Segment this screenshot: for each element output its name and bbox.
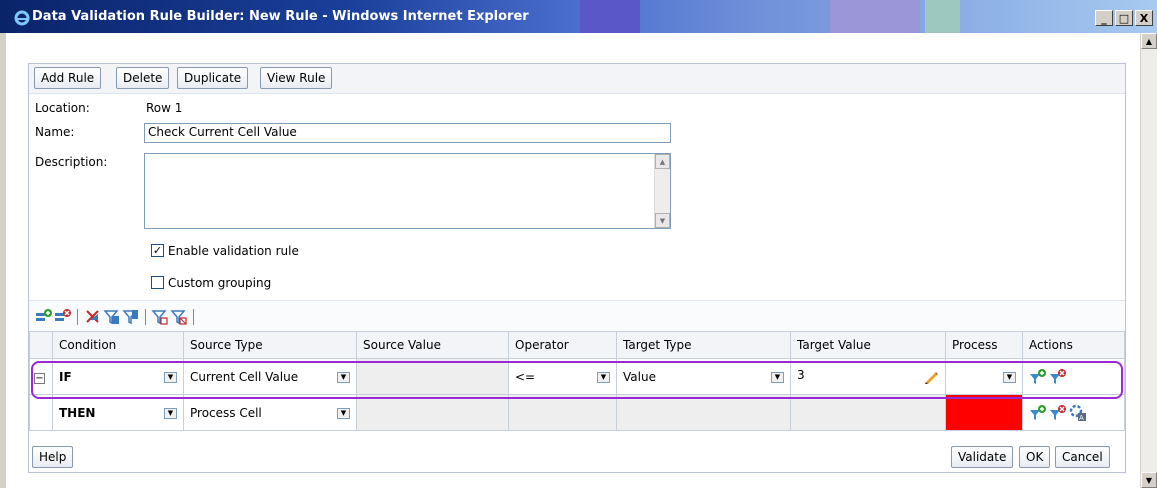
name-field[interactable]: Check Current Cell Value xyxy=(144,123,671,143)
ie-icon xyxy=(14,10,30,26)
copy-icon[interactable] xyxy=(103,308,121,326)
chevron-down-icon[interactable]: ▼ xyxy=(1003,372,1016,383)
column-header-target-value[interactable]: Target Value xyxy=(790,331,946,359)
column-header-condition[interactable]: Condition xyxy=(52,331,184,359)
cut-icon[interactable] xyxy=(84,308,102,326)
add-rule-button[interactable]: Add Rule xyxy=(34,67,102,89)
actions-cell: A xyxy=(1022,394,1125,431)
target-type-select[interactable]: Value ▼ xyxy=(616,358,791,395)
process-color-cell[interactable] xyxy=(945,394,1023,431)
condition-select[interactable]: THEN ▼ xyxy=(52,394,184,431)
row-expander-cell[interactable]: − xyxy=(29,358,53,395)
condition-grid: Condition Source Type Source Value Opera… xyxy=(29,331,1125,431)
custom-grouping-label: Custom grouping xyxy=(168,276,272,290)
operator-cell xyxy=(508,394,617,431)
paste-icon[interactable] xyxy=(122,308,140,326)
window-titlebar: Data Validation Rule Builder: New Rule -… xyxy=(0,0,1157,33)
description-scrollbar[interactable]: ▲ ▼ xyxy=(654,154,670,228)
description-field[interactable]: ▲ ▼ xyxy=(144,153,671,229)
source-type-value: Current Cell Value xyxy=(190,369,299,384)
target-value-cell[interactable]: 3 xyxy=(790,358,946,395)
column-header-actions: Actions xyxy=(1022,331,1125,359)
close-button[interactable]: X xyxy=(1135,10,1153,26)
enable-validation-checkbox[interactable]: ✓ xyxy=(151,244,164,257)
target-type-cell xyxy=(616,394,791,431)
validate-button[interactable]: Validate xyxy=(951,446,1014,468)
source-value-cell xyxy=(356,394,509,431)
source-type-value: Process Cell xyxy=(190,405,262,420)
source-type-select[interactable]: Current Cell Value ▼ xyxy=(183,358,357,395)
minimize-button[interactable]: _ xyxy=(1095,10,1113,26)
ok-button[interactable]: OK xyxy=(1019,446,1051,468)
actions-cell xyxy=(1022,358,1125,395)
chevron-down-icon[interactable]: ▼ xyxy=(597,371,610,383)
add-range-icon[interactable] xyxy=(151,308,169,326)
target-type-value: Value xyxy=(623,369,656,384)
table-row: − IF ▼ Current Cell Value ▼ <= ▼ Value ▼… xyxy=(29,358,1125,395)
delete-button[interactable]: Delete xyxy=(116,67,170,89)
location-label: Location: xyxy=(35,101,90,115)
duplicate-button[interactable]: Duplicate xyxy=(177,67,249,89)
collapse-icon[interactable]: − xyxy=(34,372,45,384)
window-frame-left xyxy=(0,33,6,488)
column-header-process[interactable]: Process xyxy=(945,331,1023,359)
scroll-up-arrow-icon[interactable]: ▲ xyxy=(1141,33,1157,49)
name-label: Name: xyxy=(35,125,75,139)
help-button[interactable]: Help xyxy=(32,446,74,468)
column-header-source-type[interactable]: Source Type xyxy=(183,331,357,359)
column-header-source-value[interactable]: Source Value xyxy=(356,331,509,359)
add-condition-icon[interactable] xyxy=(35,308,53,326)
table-row: THEN ▼ Process Cell ▼ A xyxy=(29,394,1125,431)
window-title: Data Validation Rule Builder: New Rule -… xyxy=(32,9,529,24)
maximize-button[interactable]: □ xyxy=(1115,10,1133,26)
rule-toolbar: Add Rule Delete Duplicate View Rule xyxy=(29,64,1125,94)
chevron-down-icon[interactable]: ▼ xyxy=(337,371,350,383)
target-value-cell xyxy=(790,394,946,431)
delete-condition-icon[interactable] xyxy=(54,308,72,326)
add-condition-action-icon[interactable] xyxy=(1029,404,1047,422)
row-expander-cell xyxy=(29,394,53,431)
chevron-down-icon[interactable]: ▼ xyxy=(771,371,784,383)
operator-select[interactable]: <= ▼ xyxy=(508,358,617,395)
view-rule-button[interactable]: View Rule xyxy=(260,67,333,89)
cancel-button[interactable]: Cancel xyxy=(1055,446,1110,468)
chevron-down-icon[interactable]: ▼ xyxy=(164,371,177,383)
column-header-operator[interactable]: Operator xyxy=(508,331,617,359)
scroll-down-arrow-icon[interactable]: ▼ xyxy=(1141,472,1157,488)
column-header-expander xyxy=(29,331,53,359)
page-scrollbar[interactable]: ▲ ▼ xyxy=(1140,33,1157,488)
delete-condition-action-icon[interactable] xyxy=(1049,404,1067,422)
description-label: Description: xyxy=(35,155,108,169)
delete-condition-action-icon[interactable] xyxy=(1049,368,1067,386)
chevron-down-icon[interactable]: ▼ xyxy=(337,407,350,419)
operator-value: <= xyxy=(515,369,536,384)
source-type-select[interactable]: Process Cell ▼ xyxy=(183,394,357,431)
condition-value: IF xyxy=(59,369,72,384)
condition-toolbar xyxy=(29,300,1125,331)
format-action-icon[interactable]: A xyxy=(1069,404,1087,422)
chevron-down-icon[interactable]: ▼ xyxy=(164,407,177,419)
delete-range-icon[interactable] xyxy=(170,308,188,326)
scroll-up-arrow-icon[interactable]: ▲ xyxy=(655,154,670,169)
grid-header-row: Condition Source Type Source Value Opera… xyxy=(29,331,1125,359)
target-value: 3 xyxy=(797,368,805,382)
add-condition-action-icon[interactable] xyxy=(1029,368,1047,386)
pencil-icon[interactable] xyxy=(923,369,939,385)
condition-value: THEN xyxy=(59,405,96,420)
column-header-target-type[interactable]: Target Type xyxy=(616,331,791,359)
custom-grouping-checkbox[interactable] xyxy=(151,276,164,289)
location-value: Row 1 xyxy=(146,101,183,115)
svg-text:A: A xyxy=(1079,414,1084,422)
rule-builder-dialog: Add Rule Delete Duplicate View Rule Loca… xyxy=(28,63,1126,473)
condition-select[interactable]: IF ▼ xyxy=(52,358,184,395)
process-select[interactable]: ▼ xyxy=(945,358,1023,395)
source-value-cell[interactable] xyxy=(356,358,509,395)
scroll-down-arrow-icon[interactable]: ▼ xyxy=(655,213,670,228)
enable-validation-label: Enable validation rule xyxy=(168,244,299,258)
